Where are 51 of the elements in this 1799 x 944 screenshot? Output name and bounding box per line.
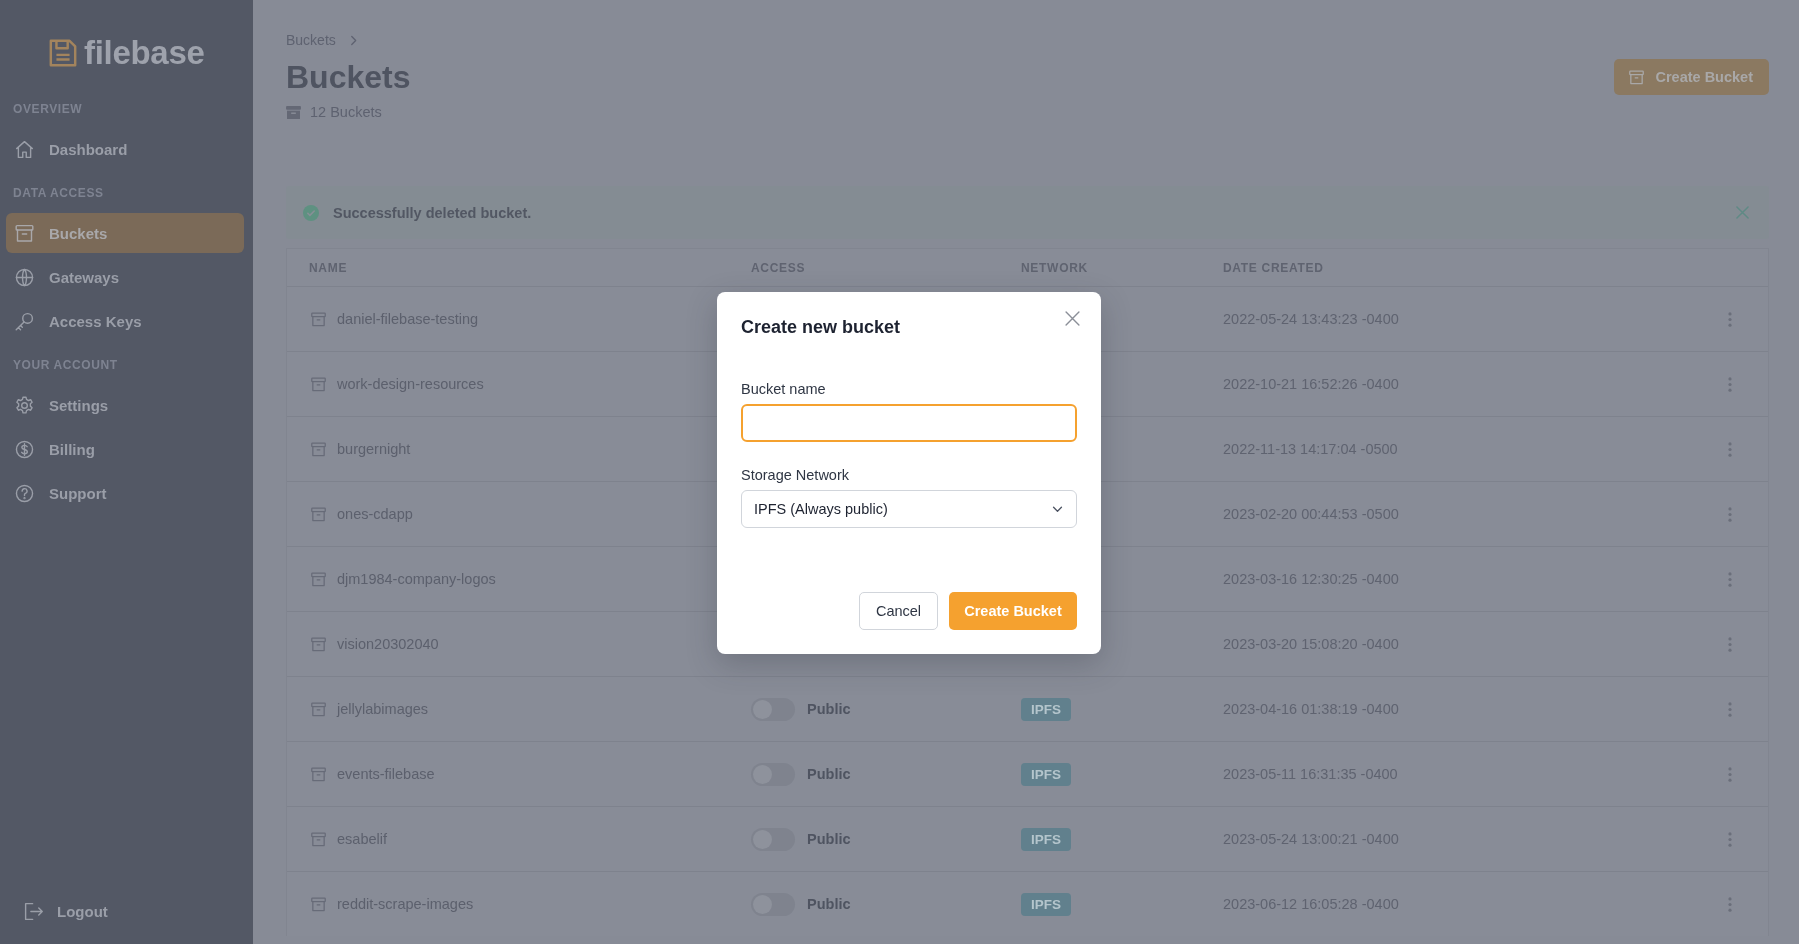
archive-box-icon [310,830,327,848]
network-badge: IPFS [1021,697,1071,721]
sidebar-item[interactable]: Access Keys [6,301,244,341]
logout-icon [23,900,44,922]
dialog-title: Create new bucket [741,316,902,338]
globe-icon [14,266,35,288]
sidebar-item[interactable]: Settings [6,385,244,425]
archive-box-icon [310,765,327,783]
bucket-name-input[interactable] [741,404,1077,442]
sidebar-item[interactable]: Billing [6,429,244,469]
archive-box-icon [310,895,327,913]
archive-box-icon [310,700,327,718]
logo-icon [48,38,78,68]
network-badge: IPFS [1021,762,1071,786]
sidebar-item[interactable]: Support [6,473,244,513]
network-badge: IPFS [1021,892,1071,916]
archive-box-icon [310,570,327,588]
archive-box-icon [310,635,327,653]
create-bucket-button[interactable]: Create Bucket [949,592,1077,630]
archive-box-icon [310,440,327,458]
chevron-down-icon [1052,505,1063,513]
key-icon [14,310,35,332]
access-label: Public [807,831,851,847]
sidebar-item[interactable]: Buckets [6,213,244,253]
archive-box-icon [286,105,301,119]
access-label: Public [807,701,851,717]
field-label: Storage Network [741,466,850,485]
logo-text: filebase [84,35,205,71]
archive-box-icon [310,310,327,328]
create-bucket-button[interactable]: Create Bucket [1614,59,1769,95]
page-title: Buckets [286,58,411,96]
dollar-icon [14,438,35,460]
access-label: Public [807,896,851,912]
archive-box-icon [310,375,327,393]
settings-icon [14,394,35,416]
archive-box-icon [14,222,35,244]
logout-link[interactable]: Logout [0,896,253,926]
access-label: Public [807,766,851,782]
sidebar-item[interactable]: Gateways [6,257,244,297]
storage-network-select[interactable]: IPFS (Always public) [741,490,1077,528]
close-icon[interactable] [1065,311,1080,326]
chevron-right-icon [349,34,357,46]
archive-box-icon [1628,68,1646,86]
help-icon [14,482,35,504]
home-icon [14,138,35,160]
cancel-button[interactable]: Cancel [859,592,938,630]
field-label: Bucket name [741,380,827,399]
archive-box-icon [310,505,327,523]
sidebar-item[interactable]: Dashboard [6,129,244,169]
check-circle-icon [303,204,319,221]
network-badge: IPFS [1021,827,1071,851]
